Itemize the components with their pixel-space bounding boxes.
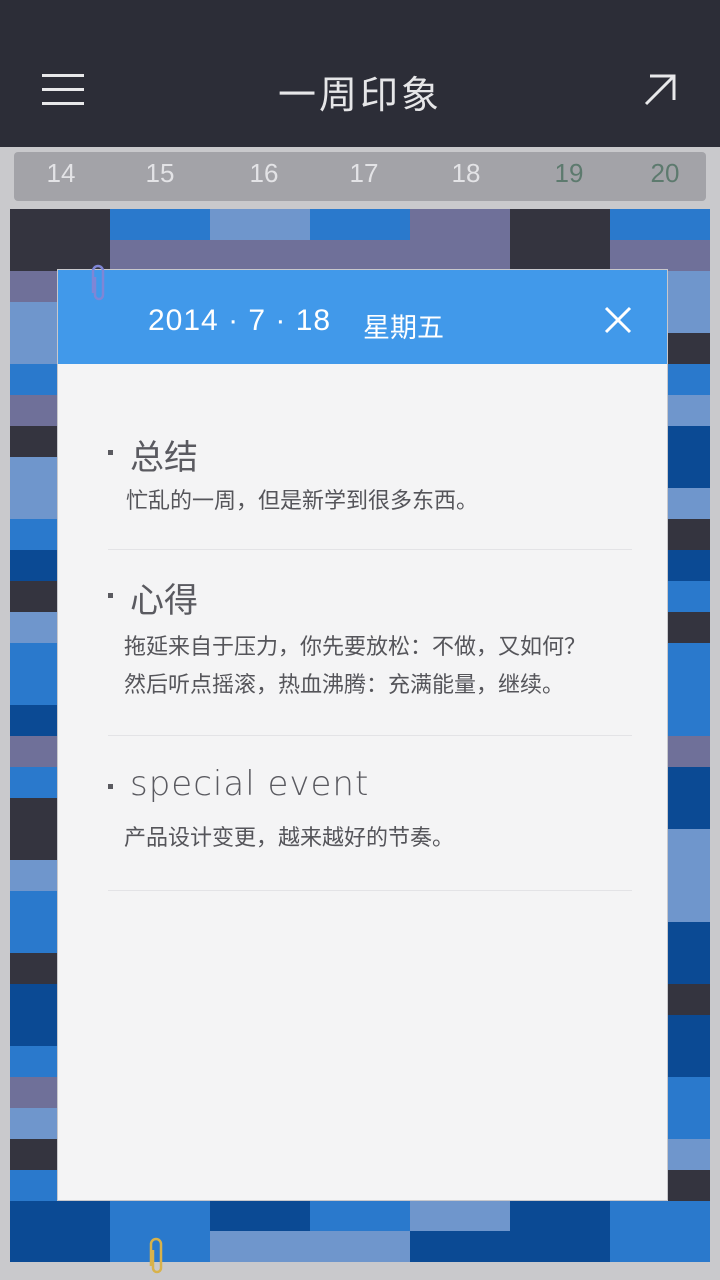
section-title: 心得 bbox=[130, 581, 198, 621]
card-header: 2014 · 7 · 18 星期五 bbox=[58, 270, 667, 364]
day-15[interactable]: 15 bbox=[130, 158, 190, 189]
day-19[interactable]: 19 bbox=[539, 158, 599, 189]
bullet-dot bbox=[108, 784, 113, 789]
section-text-line: 然后听点摇滚，热血沸腾：充满能量，继续。 bbox=[124, 673, 565, 698]
paperclip-icon bbox=[90, 263, 108, 309]
arrow-up-right-icon[interactable] bbox=[636, 66, 686, 116]
divider bbox=[108, 890, 632, 891]
bullet-dot bbox=[108, 593, 113, 598]
card-weekday: 星期五 bbox=[363, 313, 444, 344]
day-14[interactable]: 14 bbox=[31, 158, 91, 189]
week-date-strip: 14 15 16 17 18 19 20 bbox=[14, 152, 706, 201]
section-special-event: special event 产品设计变更，越来越好的节奏。 bbox=[108, 764, 632, 891]
section-text-line: 忙乱的一周，但是新学到很多东西。 bbox=[126, 489, 479, 514]
divider bbox=[108, 549, 632, 550]
section-insight: 心得 拖延来自于压力，你先要放松：不做，又如何？ 然后听点摇滚，热血沸腾：充满能… bbox=[108, 573, 632, 736]
card-date: 2014 · 7 · 18 bbox=[148, 304, 332, 337]
divider bbox=[108, 735, 632, 736]
paperclip-icon bbox=[148, 1236, 166, 1280]
day-20[interactable]: 20 bbox=[635, 158, 695, 189]
bullet-dot bbox=[108, 450, 113, 455]
close-icon[interactable] bbox=[598, 300, 638, 340]
top-bar: 一周印象 bbox=[0, 0, 720, 147]
section-title: special event bbox=[130, 764, 370, 804]
section-title: 总结 bbox=[130, 438, 198, 478]
app-title: 一周印象 bbox=[277, 73, 442, 117]
section-summary: 总结 忙乱的一周，但是新学到很多东西。 bbox=[108, 430, 632, 550]
day-18[interactable]: 18 bbox=[436, 158, 496, 189]
day-detail-card: 2014 · 7 · 18 星期五 总结 忙乱的一周，但是新学到很多东西。 心得… bbox=[58, 270, 667, 1200]
section-text-line: 拖延来自于压力，你先要放松：不做，又如何？ bbox=[124, 635, 587, 660]
section-text-line: 产品设计变更，越来越好的节奏。 bbox=[124, 826, 455, 851]
day-16[interactable]: 16 bbox=[234, 158, 294, 189]
day-17[interactable]: 17 bbox=[334, 158, 394, 189]
